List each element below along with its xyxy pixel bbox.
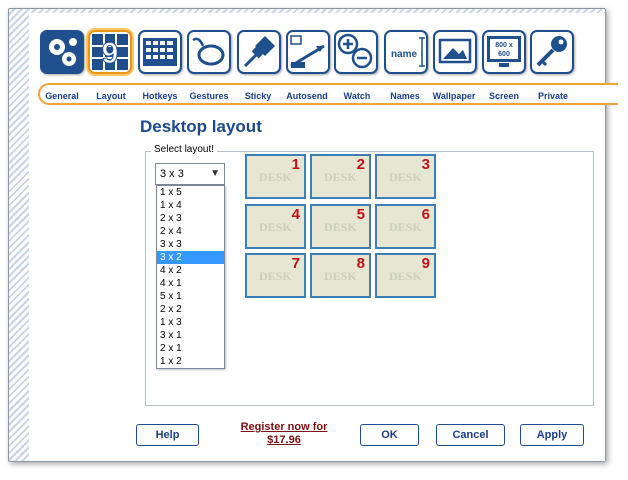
zoom-in-out-icon (337, 33, 373, 69)
layout-option[interactable]: 4 x 2 (157, 264, 224, 277)
autosend-icon (290, 35, 325, 68)
tab-hotkeys[interactable]: Hotkeys (142, 91, 177, 101)
desk-label: DESK (389, 269, 422, 283)
desk-label: DESK (389, 170, 422, 184)
desk-number: 3 (421, 156, 430, 173)
autosend-button[interactable] (286, 30, 330, 74)
register-link-price: $17.96 (267, 434, 301, 446)
desk-number: 7 (291, 255, 300, 272)
pushpin-icon (243, 36, 275, 68)
tab-sticky[interactable]: Sticky (245, 91, 272, 101)
desk-cell[interactable]: DESK 2 (310, 154, 371, 199)
screen-monitor-icon: 800 x 600 (487, 36, 521, 67)
layout-button[interactable]: 9 (88, 30, 132, 74)
sticky-button[interactable] (237, 30, 281, 74)
name-icon: name (391, 37, 425, 67)
desk-cell[interactable]: DESK 1 (245, 154, 306, 199)
page-title: Desktop layout (140, 117, 262, 136)
desk-label: DESK (324, 170, 357, 184)
register-link[interactable]: Register now for $17.96 (226, 421, 342, 447)
tab-watch[interactable]: Watch (344, 91, 371, 101)
layout-option[interactable]: 1 x 5 (157, 186, 224, 199)
desk-label: DESK (259, 170, 292, 184)
desk-number: 2 (356, 156, 365, 173)
mouse-icon (192, 37, 225, 66)
layout-dropdown-list: 1 x 5 1 x 4 2 x 3 2 x 4 3 x 3 3 x 2 4 x … (156, 185, 225, 369)
desk-number: 6 (421, 206, 430, 223)
layout-option[interactable]: 2 x 4 (157, 225, 224, 238)
desk-cell[interactable]: DESK 8 (310, 253, 371, 298)
desk-number: 9 (421, 255, 430, 272)
ok-button[interactable]: OK (360, 424, 419, 446)
layout-option[interactable]: 5 x 1 (157, 290, 224, 303)
desk-cell[interactable]: DESK 5 (310, 204, 371, 249)
hotkeys-button[interactable] (138, 30, 182, 74)
layout-option[interactable]: 2 x 3 (157, 212, 224, 225)
layout-option[interactable]: 3 x 3 (157, 238, 224, 251)
layout-option[interactable]: 4 x 1 (157, 277, 224, 290)
apply-button[interactable]: Apply (520, 424, 584, 446)
layout-option[interactable]: 3 x 1 (157, 329, 224, 342)
tab-general[interactable]: General (45, 91, 79, 101)
desk-cell[interactable]: DESK 7 (245, 253, 306, 298)
screen-button[interactable]: 800 x 600 (482, 30, 526, 74)
private-button[interactable] (530, 30, 574, 74)
layout-option[interactable]: 1 x 2 (157, 355, 224, 368)
help-button[interactable]: Help (136, 424, 199, 446)
tab-gestures[interactable]: Gestures (189, 91, 228, 101)
wallpaper-button[interactable] (433, 30, 477, 74)
desk-number: 8 (356, 255, 365, 272)
gestures-button[interactable] (187, 30, 231, 74)
desk-number: 4 (291, 206, 300, 223)
tab-names[interactable]: Names (390, 91, 420, 101)
register-link-line1: Register now for (240, 421, 328, 433)
svg-text:9: 9 (102, 37, 119, 70)
tab-layout[interactable]: Layout (96, 91, 126, 101)
gears-icon (42, 32, 82, 72)
tab-wallpaper[interactable]: Wallpaper (433, 91, 476, 101)
layout-option-highlighted[interactable]: 3 x 2 (157, 251, 224, 264)
desk-cell[interactable]: DESK 9 (375, 253, 436, 298)
desk-label: DESK (389, 220, 422, 234)
cancel-button[interactable]: Cancel (436, 424, 505, 446)
screen-res-text-1: 800 x (495, 42, 513, 49)
keyboard-icon (143, 38, 177, 66)
grid-9-icon: 9 (92, 34, 128, 71)
desk-cell[interactable]: DESK 4 (245, 204, 306, 249)
layout-option[interactable]: 1 x 3 (157, 316, 224, 329)
general-button[interactable] (40, 30, 84, 74)
watch-button[interactable] (334, 30, 378, 74)
wallpaper-icon (438, 38, 472, 64)
desk-label: DESK (324, 269, 357, 283)
desk-cell[interactable]: DESK 6 (375, 204, 436, 249)
layout-select[interactable]: 3 x 3 ▼ (155, 163, 225, 185)
layout-option[interactable]: 2 x 1 (157, 342, 224, 355)
desk-label: DESK (324, 220, 357, 234)
tab-private[interactable]: Private (538, 91, 568, 101)
key-icon (536, 36, 567, 67)
name-icon-text: name (391, 49, 418, 60)
group-legend: Select layout! (151, 144, 218, 155)
desk-cell[interactable]: DESK 3 (375, 154, 436, 199)
chevron-down-icon[interactable]: ▼ (210, 164, 220, 184)
screen-res-text-2: 600 (498, 51, 510, 58)
desk-label: DESK (259, 220, 292, 234)
layout-option[interactable]: 2 x 2 (157, 303, 224, 316)
layout-option[interactable]: 1 x 4 (157, 199, 224, 212)
desk-number: 5 (356, 206, 365, 223)
desk-number: 1 (291, 156, 300, 173)
desk-label: DESK (259, 269, 292, 283)
tab-autosend[interactable]: Autosend (286, 91, 328, 101)
tab-screen[interactable]: Screen (489, 91, 519, 101)
layout-select-value: 3 x 3 (160, 168, 184, 180)
names-button[interactable]: name (384, 30, 428, 74)
